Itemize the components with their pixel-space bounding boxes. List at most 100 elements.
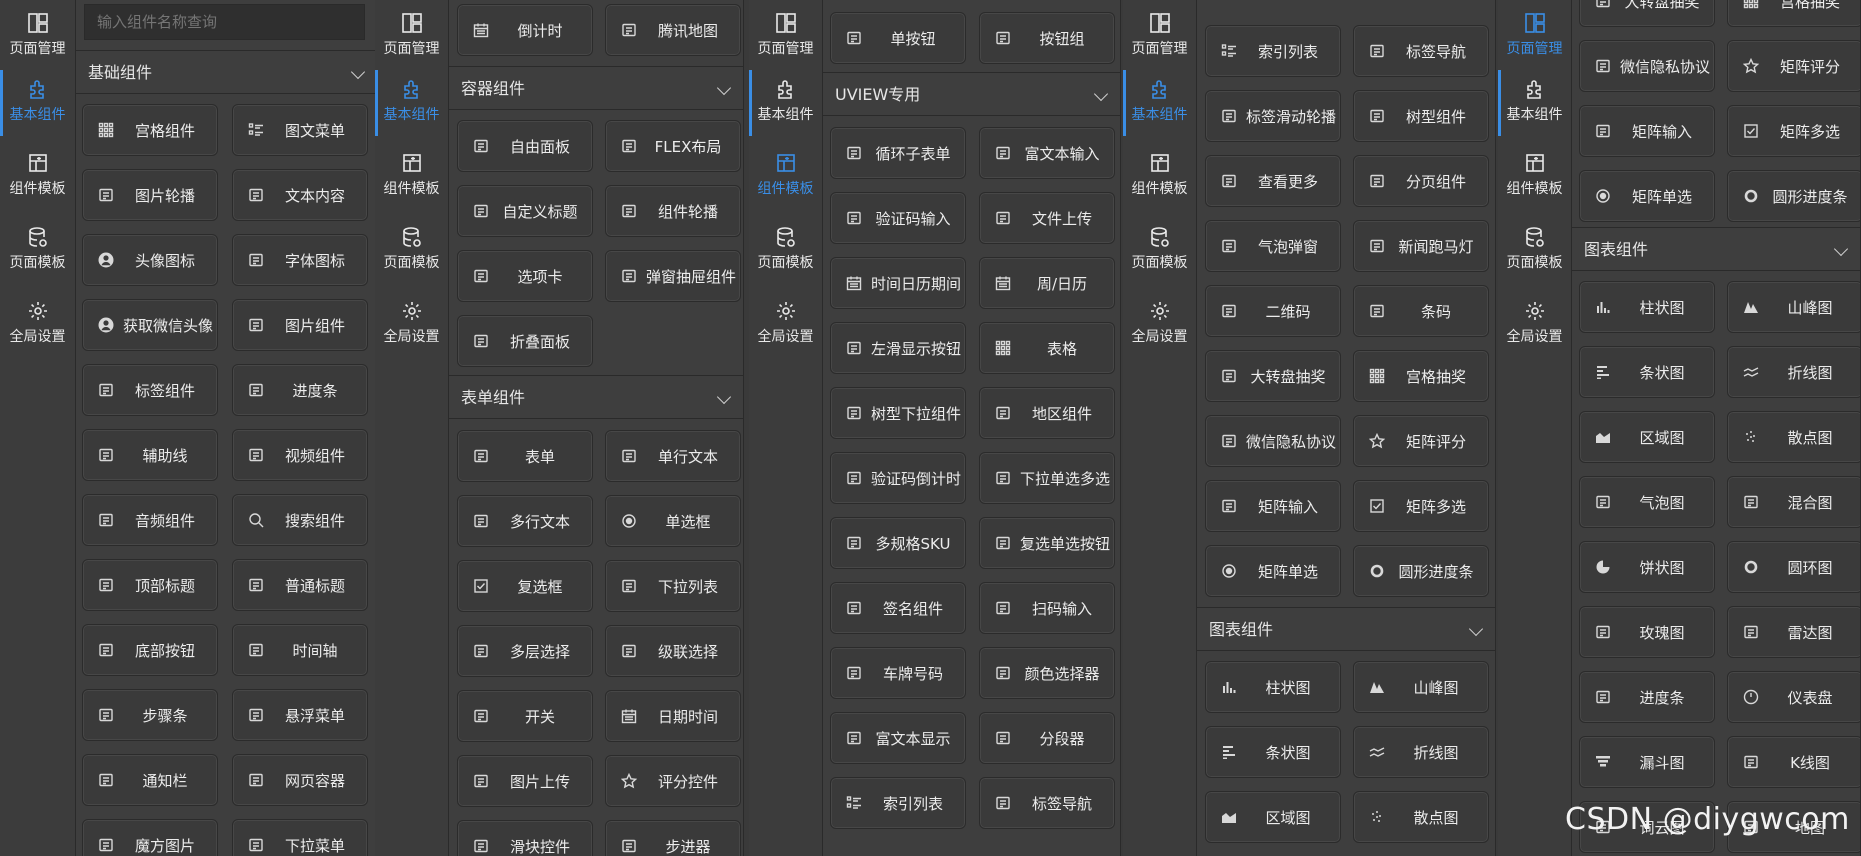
component-button[interactable]: 饼状图	[1579, 541, 1715, 593]
nav-item-database[interactable]: 页面模板	[1123, 218, 1196, 284]
component-button[interactable]: 散点图	[1353, 791, 1489, 843]
component-button[interactable]: 时间日历期间	[830, 257, 966, 309]
component-button[interactable]: 宫格组件	[82, 104, 218, 156]
nav-item-layout[interactable]: 页面管理	[1498, 4, 1571, 70]
nav-item-database[interactable]: 页面模板	[1498, 218, 1571, 284]
component-button[interactable]: 单行文本	[605, 430, 741, 482]
component-button[interactable]: 下拉菜单	[232, 819, 368, 856]
component-button[interactable]: 图片组件	[232, 299, 368, 351]
component-button[interactable]: 条码	[1353, 285, 1489, 337]
component-button[interactable]: 表单	[457, 430, 593, 482]
component-button[interactable]: 标签导航	[979, 777, 1115, 829]
component-button[interactable]: 山峰图	[1353, 661, 1489, 713]
component-button[interactable]: 大转盘抽奖	[1205, 350, 1341, 402]
component-button[interactable]: 验证码倒计时	[830, 452, 966, 504]
component-button[interactable]: 折线图	[1727, 346, 1860, 398]
nav-item-gear[interactable]: 全局设置	[0, 292, 75, 358]
component-button[interactable]: 折叠面板	[457, 315, 593, 367]
component-button[interactable]: 普通标题	[232, 559, 368, 611]
nav-item-gear[interactable]: 全局设置	[1123, 292, 1196, 358]
component-button[interactable]: 文本内容	[232, 169, 368, 221]
component-button[interactable]: FLEX布局	[605, 120, 741, 172]
search-input[interactable]	[84, 4, 365, 40]
component-button[interactable]: 通知栏	[82, 754, 218, 806]
component-button[interactable]: 下拉单选多选	[979, 452, 1115, 504]
nav-item-template[interactable]: 组件模板	[0, 144, 75, 210]
component-button[interactable]: 搜索组件	[232, 494, 368, 546]
nav-item-template[interactable]: 组件模板	[1123, 144, 1196, 210]
component-button[interactable]: 顶部标题	[82, 559, 218, 611]
component-button[interactable]: 周/日历	[979, 257, 1115, 309]
component-button[interactable]: 分页组件	[1353, 155, 1489, 207]
component-button[interactable]: 微信隐私协议	[1205, 415, 1341, 467]
component-button[interactable]: 按钮组	[979, 12, 1115, 64]
component-button[interactable]: 开关	[457, 690, 593, 742]
nav-item-template[interactable]: 组件模板	[375, 144, 448, 210]
section-header[interactable]: 容器组件	[449, 66, 743, 110]
component-button[interactable]: 雷达图	[1727, 606, 1860, 658]
component-button[interactable]: 二维码	[1205, 285, 1341, 337]
nav-item-layout[interactable]: 页面管理	[375, 4, 448, 70]
component-button[interactable]: 头像图标	[82, 234, 218, 286]
nav-item-puzzle[interactable]: 基本组件	[749, 70, 822, 136]
component-button[interactable]: 进度条	[232, 364, 368, 416]
component-button[interactable]: 单选框	[605, 495, 741, 547]
component-button[interactable]: 多层选择	[457, 625, 593, 677]
component-button[interactable]: 日期时间	[605, 690, 741, 742]
component-button[interactable]: 索引列表	[830, 777, 966, 829]
component-button[interactable]: 文件上传	[979, 192, 1115, 244]
component-button[interactable]: 扫码输入	[979, 582, 1115, 634]
nav-item-puzzle[interactable]: 基本组件	[1123, 70, 1196, 136]
component-button[interactable]: 山峰图	[1727, 281, 1860, 333]
nav-item-database[interactable]: 页面模板	[749, 218, 822, 284]
component-button[interactable]: 标签滑动轮播	[1205, 90, 1341, 142]
component-button[interactable]: 单按钮	[830, 12, 966, 64]
component-button[interactable]: 时间轴	[232, 624, 368, 676]
component-button[interactable]: 矩阵单选	[1205, 545, 1341, 597]
section-header[interactable]: 图表组件	[1572, 227, 1860, 271]
component-button[interactable]: 条状图	[1579, 346, 1715, 398]
component-button[interactable]: K线图	[1727, 736, 1860, 788]
component-button[interactable]: 多规格SKU	[830, 517, 966, 569]
component-button[interactable]: 混合图	[1727, 476, 1860, 528]
component-button[interactable]: 音频组件	[82, 494, 218, 546]
component-button[interactable]: 区域图	[1579, 411, 1715, 463]
component-button[interactable]: 索引列表	[1205, 25, 1341, 77]
component-button[interactable]: 倒计时	[457, 4, 593, 56]
component-button[interactable]: 新闻跑马灯	[1353, 220, 1489, 272]
component-button[interactable]: 签名组件	[830, 582, 966, 634]
component-button[interactable]: 圆形进度条	[1353, 545, 1489, 597]
component-button[interactable]: 表格	[979, 322, 1115, 374]
component-button[interactable]: 查看更多	[1205, 155, 1341, 207]
component-button[interactable]: 图片轮播	[82, 169, 218, 221]
component-button[interactable]: 矩阵输入	[1205, 480, 1341, 532]
component-button[interactable]: 评分控件	[605, 755, 741, 807]
nav-item-template[interactable]: 组件模板	[1498, 144, 1571, 210]
component-button[interactable]: 矩阵多选	[1727, 105, 1860, 157]
component-button[interactable]: 柱状图	[1579, 281, 1715, 333]
component-button[interactable]: 多行文本	[457, 495, 593, 547]
component-button[interactable]: 标签导航	[1353, 25, 1489, 77]
component-button[interactable]: 弹窗抽屉组件	[605, 250, 741, 302]
component-button[interactable]: 自定义标题	[457, 185, 593, 237]
component-button[interactable]: 腾讯地图	[605, 4, 741, 56]
component-button[interactable]: 散点图	[1727, 411, 1860, 463]
section-header[interactable]: UVIEW专用	[823, 72, 1120, 116]
component-button[interactable]: 魔方图片	[82, 819, 218, 856]
nav-item-database[interactable]: 页面模板	[0, 218, 75, 284]
nav-item-gear[interactable]: 全局设置	[749, 292, 822, 358]
section-header[interactable]: 基础组件	[76, 50, 377, 94]
component-button[interactable]: 矩阵输入	[1579, 105, 1715, 157]
component-button[interactable]: 网页容器	[232, 754, 368, 806]
component-button[interactable]: 辅助线	[82, 429, 218, 481]
component-button[interactable]: 气泡弹窗	[1205, 220, 1341, 272]
component-button[interactable]: 进度条	[1579, 671, 1715, 723]
component-button[interactable]: 柱状图	[1205, 661, 1341, 713]
nav-item-template[interactable]: 组件模板	[749, 144, 822, 210]
nav-item-gear[interactable]: 全局设置	[1498, 292, 1571, 358]
nav-item-puzzle[interactable]: 基本组件	[1498, 70, 1571, 136]
nav-item-layout[interactable]: 页面管理	[1123, 4, 1196, 70]
component-button[interactable]: 步进器	[605, 820, 741, 856]
component-button[interactable]: 富文本显示	[830, 712, 966, 764]
component-button[interactable]: 矩阵评分	[1727, 40, 1860, 92]
